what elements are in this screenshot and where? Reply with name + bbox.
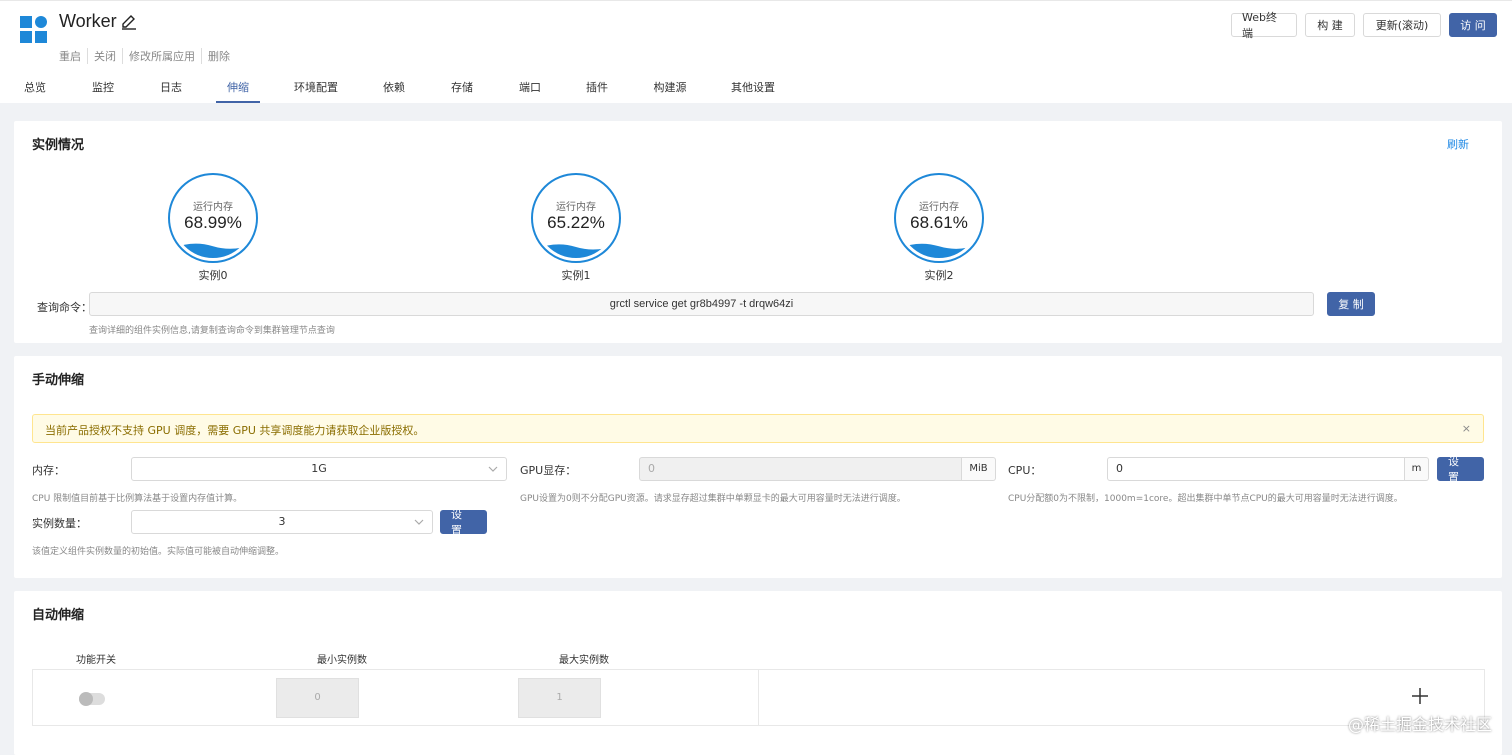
web-terminal-button[interactable]: Web终端 [1231,11,1297,40]
tab-bar: 总览 监控 日志 伸缩 环境配置 依赖 存储 端口 插件 构建源 其他设置 [0,75,900,103]
app-header: Worker 重启 关闭 修改所属应用 删除 Web终端 构 建 更新(滚动) … [0,0,1512,103]
instance-count-hint: 该值定义组件实例数量的初始值。实际值可能被自动伸缩调整。 [32,547,285,557]
gpu-license-alert: 当前产品授权不支持 GPU 调度，需要 GPU 共享调度能力请获取企业版授权。 … [32,414,1484,443]
max-instances-input: 1 [518,678,601,718]
water-wave [173,243,253,258]
auto-scaling-row: 0 1 [32,669,1485,726]
tab-ports[interactable]: 端口 [513,75,547,103]
chevron-down-icon [488,466,498,472]
gauge-label: 运行内存 [919,202,959,213]
memory-value: 1G [311,462,327,475]
instance-name: 实例2 [924,269,954,282]
app-logo-icon [20,16,47,43]
auto-scaling-toggle[interactable] [79,692,105,706]
instance-count-label: 实例数量： [32,517,87,530]
copy-button[interactable]: 复 制 [1327,292,1375,316]
water-wave [536,244,616,258]
manual-scaling-card: 手动伸缩 当前产品授权不支持 GPU 调度，需要 GPU 共享调度能力请获取企业… [14,356,1502,578]
build-button[interactable]: 构 建 [1305,13,1355,37]
refresh-link[interactable]: 刷新 [1447,136,1469,152]
query-command-label: 查询命令： [37,301,92,314]
tab-env-config[interactable]: 环境配置 [292,75,340,103]
memory-label: 内存： [32,464,65,477]
tab-dependencies[interactable]: 依赖 [377,75,411,103]
instances-card: 实例情况 刷新 运行内存 68.99% 实例0 运行内存 65.22% 实例1 … [14,121,1502,343]
cpu-hint: CPU分配额0为不限制，1000m=1core。超出集群中单节点CPU的最大可用… [1008,494,1403,504]
instance-gauge: 运行内存 65.22% 实例1 [531,173,621,282]
gpu-memory-input: 0 [639,457,962,481]
manual-scaling-title: 手动伸缩 [32,373,85,388]
tab-storage[interactable]: 存储 [445,75,479,103]
instance-name: 实例0 [198,269,228,282]
query-command-hint: 查询详细的组件实例信息,请复制查询命令到集群管理节点查询 [89,326,335,336]
column-header-min: 最小实例数 [317,655,367,666]
tab-logs[interactable]: 日志 [154,75,188,103]
column-header-max: 最大实例数 [559,655,609,666]
tab-overview[interactable]: 总览 [18,75,52,103]
query-command-input[interactable]: grctl service get gr8b4997 -t drqw64zi [89,292,1314,316]
header-buttons: Web终端 构 建 更新(滚动) 访 问 [1231,11,1497,40]
memory-select[interactable]: 1G [131,457,507,481]
alert-text: 当前产品授权不支持 GPU 调度，需要 GPU 共享调度能力请获取企业版授权。 [45,424,425,437]
add-icon[interactable] [1408,684,1432,708]
cpu-unit: m [1405,457,1429,481]
restart-link[interactable]: 重启 [59,48,87,64]
chevron-down-icon [414,519,424,525]
instance-name: 实例1 [561,269,591,282]
tab-scaling[interactable]: 伸缩 [216,75,260,103]
tab-plugins[interactable]: 插件 [580,75,614,103]
app-actions: 重启 关闭 修改所属应用 删除 [59,48,236,64]
column-header-switch: 功能开关 [76,655,116,666]
gauge-label: 运行内存 [193,202,233,213]
gpu-unit: MiB [962,457,996,481]
instance-gauge: 运行内存 68.61% 实例2 [894,173,984,282]
cpu-set-button[interactable]: 设 置 [1437,455,1484,484]
app-title: Worker [59,11,117,31]
instance-count-value: 3 [278,515,286,528]
instances-title: 实例情况 [32,138,85,153]
gpu-memory-label: GPU显存： [520,464,577,477]
water-wave [899,243,979,258]
memory-hint: CPU 限制值目前基于比例算法基于设置内存值计算。 [32,494,243,504]
instance-gauge: 运行内存 68.99% 实例0 [168,173,258,282]
close-icon[interactable]: × [1462,422,1471,435]
close-link[interactable]: 关闭 [87,48,122,64]
auto-scaling-card: 自动伸缩 功能开关 最小实例数 最大实例数 0 1 [14,591,1502,755]
instance-count-select[interactable]: 3 [131,510,433,534]
min-instances-input: 0 [276,678,359,718]
tab-monitor[interactable]: 监控 [86,75,120,103]
cpu-input[interactable]: 0 [1107,457,1405,481]
visit-button[interactable]: 访 问 [1449,13,1497,37]
update-button[interactable]: 更新(滚动) [1363,13,1441,37]
instance-count-set-button[interactable]: 设 置 [440,508,487,537]
gpu-hint: GPU设置为0则不分配GPU资源。请求显存超过集群中单颗显卡的最大可用容量时无法… [520,494,906,504]
cpu-label: CPU： [1008,464,1042,477]
edit-icon[interactable] [120,13,138,31]
change-app-link[interactable]: 修改所属应用 [122,48,201,64]
gauge-label: 运行内存 [556,202,596,213]
watermark: @稀土掘金技术社区 [1347,715,1492,734]
tab-build-source[interactable]: 构建源 [650,75,690,103]
tab-other-settings[interactable]: 其他设置 [729,75,777,103]
auto-scaling-title: 自动伸缩 [32,608,85,623]
gauge-value: 68.99% [184,213,242,232]
gauge-value: 68.61% [910,213,968,232]
delete-link[interactable]: 删除 [201,48,236,64]
gauge-value: 65.22% [547,213,605,232]
